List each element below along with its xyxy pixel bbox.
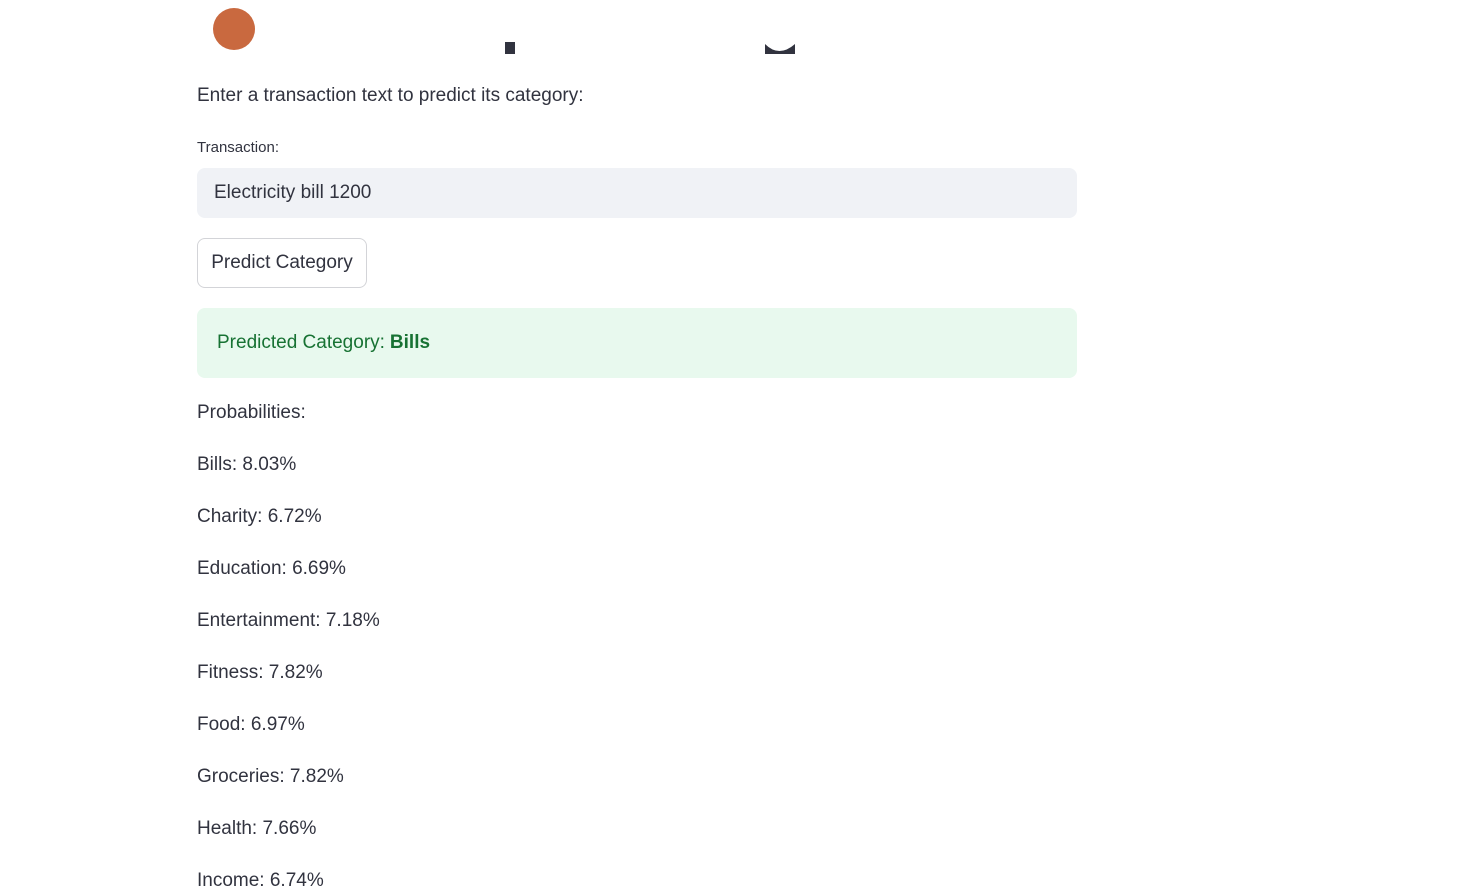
probability-item-entertainment: Entertainment: 7.18%: [197, 610, 380, 631]
title-glyph-fragments: [505, 42, 795, 54]
probability-item-food: Food: 6.97%: [197, 714, 305, 735]
probability-item-charity: Charity: 6.72%: [197, 506, 322, 527]
subtitle-text: Enter a transaction text to predict its …: [197, 85, 584, 106]
probability-item-income: Income: 6.74%: [197, 870, 324, 891]
probability-item-fitness: Fitness: 7.82%: [197, 662, 323, 683]
predict-category-button[interactable]: Predict Category: [197, 238, 367, 288]
page-title: [197, 0, 1077, 54]
probability-item-health: Health: 7.66%: [197, 818, 317, 839]
transaction-label: Transaction:: [197, 139, 279, 156]
probability-item-bills: Bills: 8.03%: [197, 454, 297, 475]
predicted-category: Bills: [389, 332, 431, 353]
prediction-alert: Predicted Category: Bills: [197, 308, 1077, 378]
prediction-prefix: Predicted Category:: [217, 332, 385, 353]
probabilities-list: Bills: 8.03% Charity: 6.72% Education: 6…: [197, 453, 380, 892]
app-container: Enter a transaction text to predict its …: [0, 0, 1468, 892]
probability-item-education: Education: 6.69%: [197, 558, 346, 579]
probabilities-heading: Probabilities:: [197, 402, 306, 423]
transaction-input[interactable]: [197, 168, 1077, 218]
probability-item-groceries: Groceries: 7.82%: [197, 766, 344, 787]
